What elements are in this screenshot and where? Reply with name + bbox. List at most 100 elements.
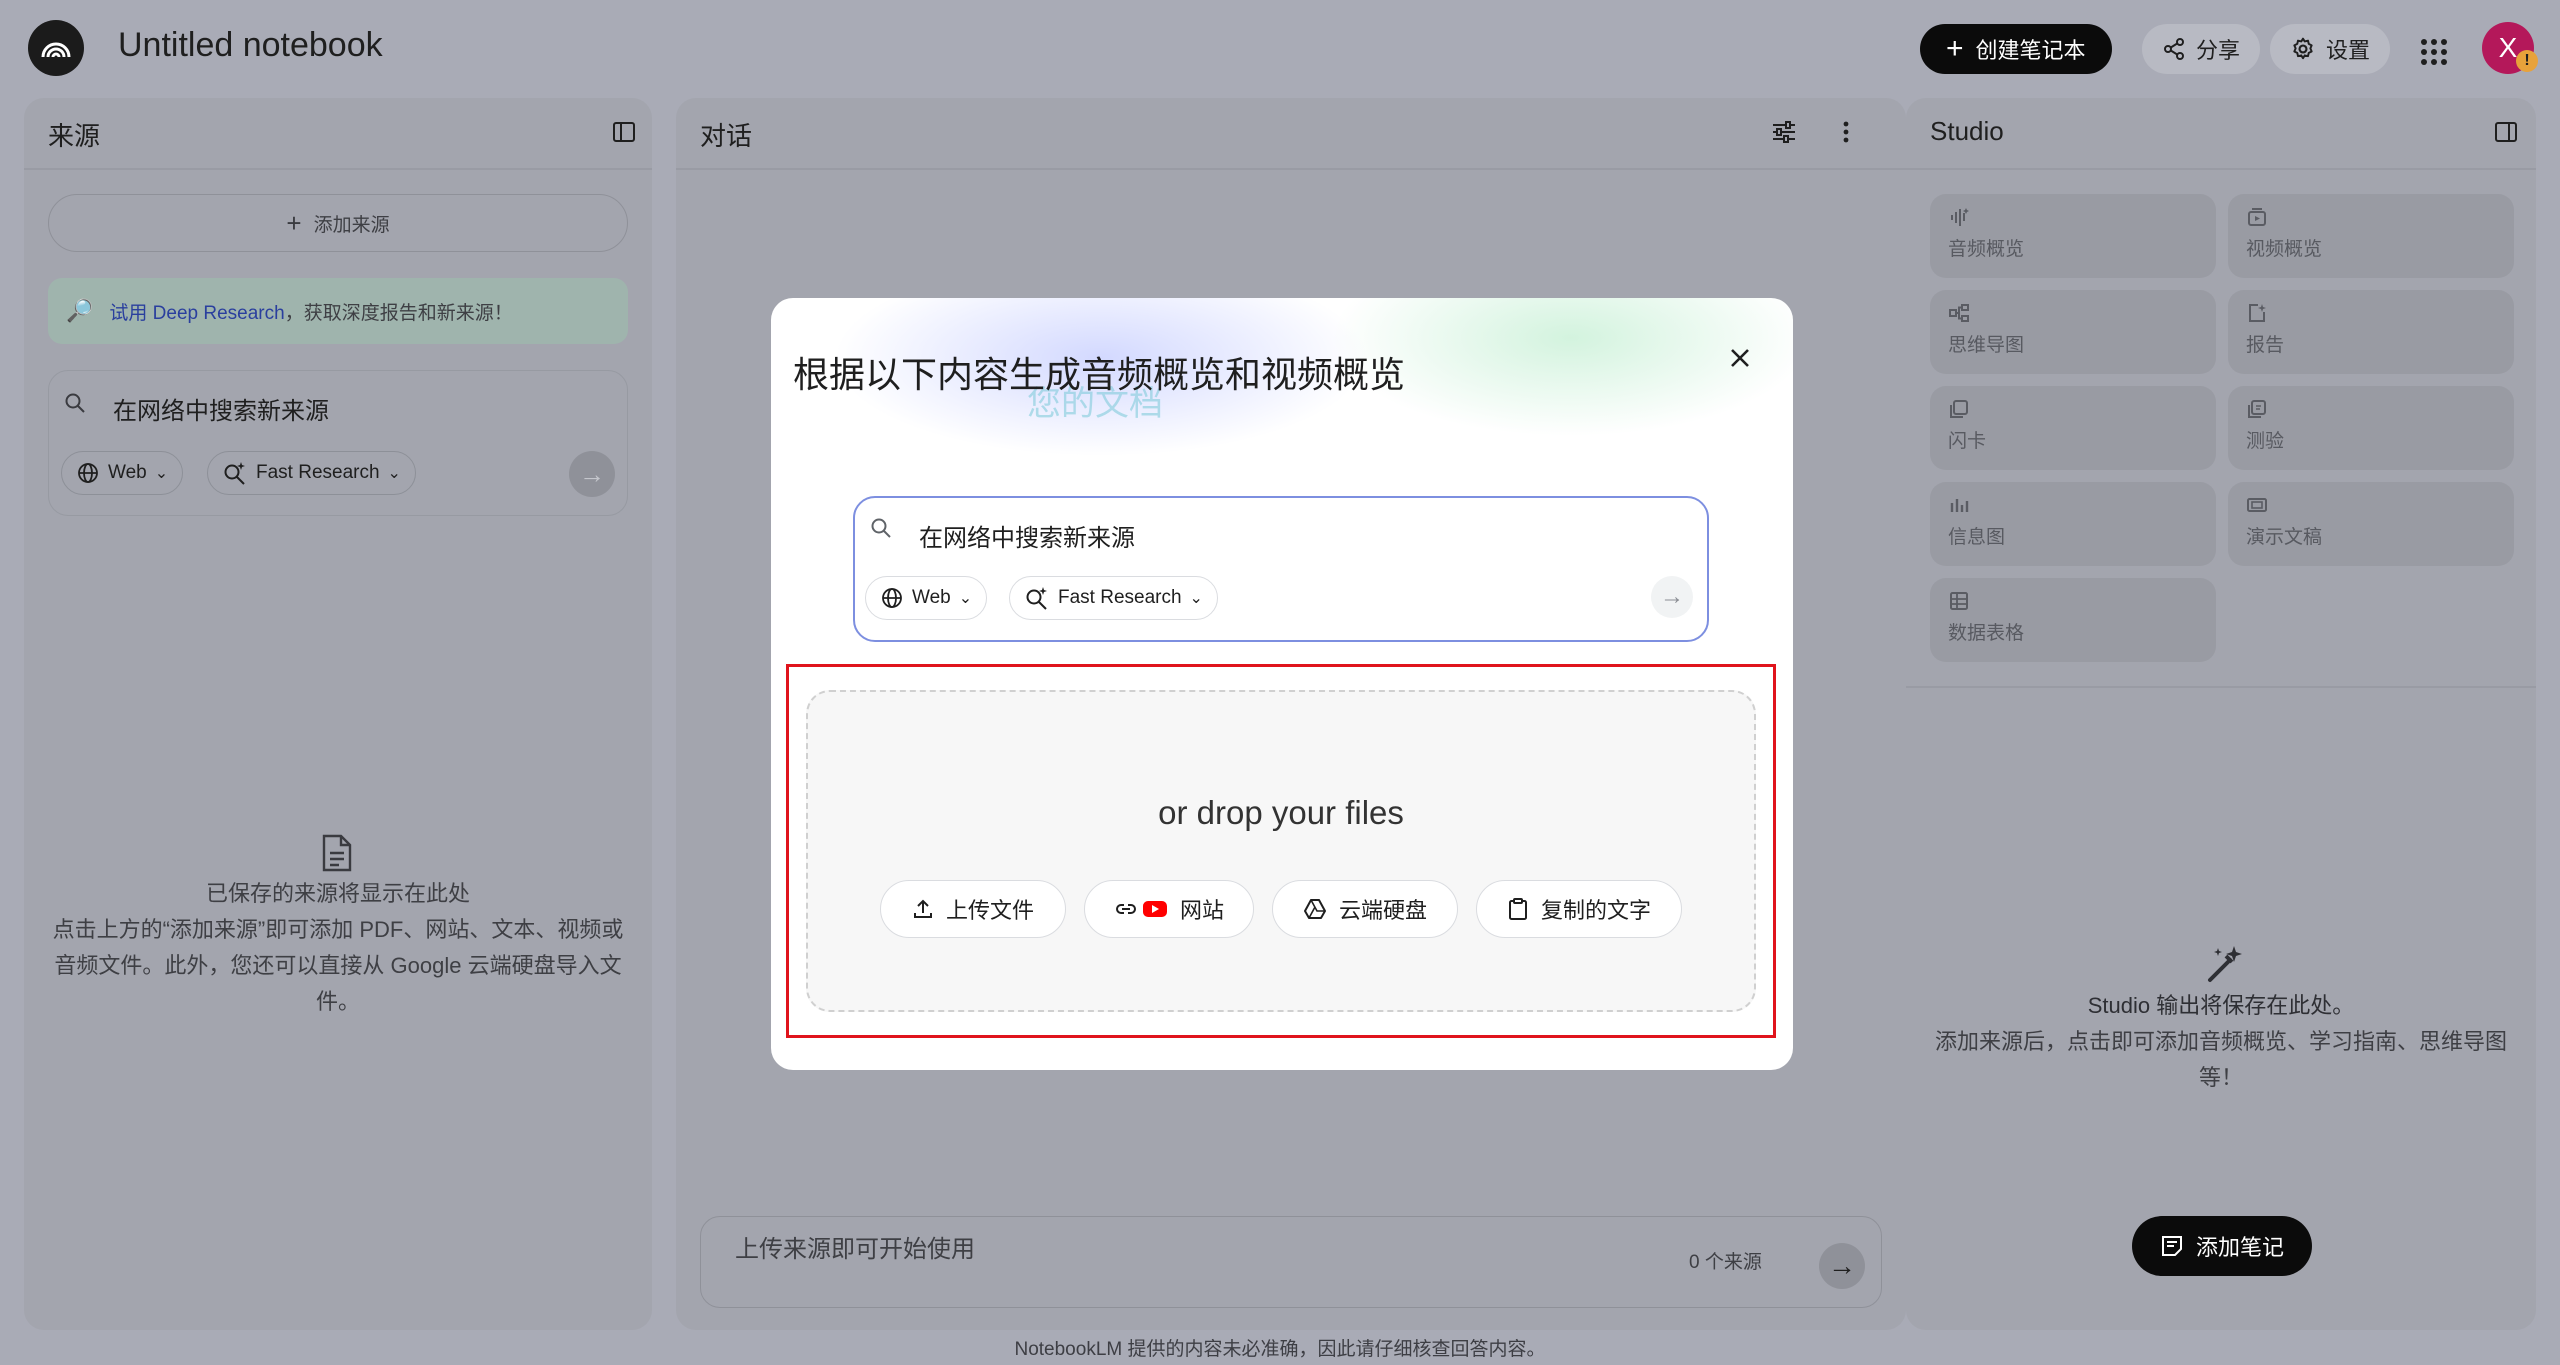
web-chip-label: Web <box>108 462 147 483</box>
sidebar-toggle-icon <box>2495 122 2517 142</box>
sources-empty-desc-2: 音频文件。此外，您还可以直接从 Google 云端硬盘导入文 <box>54 953 622 978</box>
studio-empty-desc-1: 添加来源后，点击即可添加音频概览、学习指南、思维导图 <box>1934 1029 2507 1054</box>
disclaimer: NotebookLM 提供的内容未必准确，因此请仔细核查回答内容。 <box>1014 1339 1546 1360</box>
sources-panel: 来源 + 添加来源 🔎 试用 Deep Research，获取深度报告和新来源！… <box>24 98 652 1330</box>
collapse-studio-button[interactable] <box>2494 120 2518 144</box>
source-search-box: 在网络中搜索新来源 Web ⌄ Fast Research ⌄ → <box>48 370 628 516</box>
share-button[interactable]: 分享 <box>2142 24 2261 74</box>
create-notebook-button[interactable]: + 创建笔记本 <box>1920 24 2112 74</box>
search-icon <box>65 393 85 413</box>
document-icon <box>322 834 352 872</box>
note-icon <box>2162 1236 2182 1256</box>
add-sources-dialog: 您的文档 根据以下内容生成音频概览和视频概览 在网络中搜索新来源 Web ⌄ F… <box>771 298 1793 1070</box>
tile-label: 信息图 <box>1948 527 2006 548</box>
table-icon <box>1950 592 1968 610</box>
drive-icon <box>1303 899 1326 919</box>
website-label: 网站 <box>1179 898 1224 923</box>
send-button[interactable]: → <box>1819 1243 1865 1289</box>
search-icon <box>871 518 891 538</box>
chat-settings-button[interactable] <box>1770 118 1798 146</box>
chat-input-box[interactable]: 上传来源即可开始使用 0 个来源 → <box>700 1216 1882 1308</box>
gear-icon <box>2293 37 2313 60</box>
sources-title: 来源 <box>48 121 101 151</box>
dialog-search-input[interactable]: 在网络中搜索新来源 <box>919 518 1135 553</box>
tile-label: 音频概览 <box>1948 239 2025 260</box>
studio-tile-flashcards[interactable]: 闪卡 <box>1930 386 2216 470</box>
tile-label: 数据表格 <box>1948 623 2025 644</box>
studio-tile-report[interactable]: 报告 <box>2228 290 2514 374</box>
close-button[interactable] <box>1716 334 1764 382</box>
web-source-dropdown[interactable]: Web ⌄ <box>61 451 184 495</box>
dialog-search-submit-button[interactable]: → <box>1651 576 1693 618</box>
sources-empty-desc-1: 点击上方的“添加来源”即可添加 PDF、网站、文本、视频或 <box>52 917 624 942</box>
top-bar: Untitled notebook + 创建笔记本 分享 设置 X ! <box>0 0 2560 96</box>
notebooklm-logo-icon[interactable] <box>28 20 84 76</box>
studio-empty-state: Studio 输出将保存在此处。 添加来源后，点击即可添加音频概览、学习指南、思… <box>1906 988 2536 1096</box>
source-search-input[interactable]: 在网络中搜索新来源 <box>113 391 329 426</box>
deep-research-banner: 🔎 试用 Deep Research，获取深度报告和新来源！ <box>48 278 628 344</box>
tune-icon <box>1773 121 1795 143</box>
deep-research-text: ，获取深度报告和新来源！ <box>284 302 513 324</box>
share-label: 分享 <box>2196 38 2241 63</box>
warning-badge: ! <box>2516 50 2538 72</box>
studio-tile-infographic[interactable]: 信息图 <box>1930 482 2216 566</box>
infographic-icon <box>1950 499 1969 512</box>
deep-research-link[interactable]: 试用 Deep Research <box>109 303 284 324</box>
source-search-submit-button[interactable]: → <box>569 451 615 497</box>
sources-empty-desc-3: 件。 <box>315 989 360 1014</box>
drive-source-button[interactable]: 云端硬盘 <box>1272 880 1458 938</box>
website-source-button[interactable]: 网站 <box>1084 880 1254 938</box>
add-source-label: 添加来源 <box>313 214 390 236</box>
add-source-button[interactable]: + 添加来源 <box>48 194 628 252</box>
more-vert-icon <box>1843 121 1849 143</box>
studio-tile-audio-overview[interactable]: 音频概览 <box>1930 194 2216 278</box>
file-drop-zone[interactable]: or drop your files 上传文件 网站 云端硬盘 复制的文字 <box>806 690 1756 1012</box>
close-icon <box>1731 349 1749 367</box>
drop-files-text: or drop your files <box>1158 794 1404 831</box>
chevron-down-icon: ⌄ <box>154 465 169 482</box>
studio-tile-slides[interactable]: 演示文稿 <box>2228 482 2514 566</box>
chat-input[interactable]: 上传来源即可开始使用 <box>735 1229 975 1264</box>
studio-empty-title: Studio 输出将保存在此处。 <box>2087 993 2355 1018</box>
web-source-dropdown[interactable]: Web ⌄ <box>865 576 988 620</box>
settings-button[interactable]: 设置 <box>2270 24 2391 74</box>
studio-tile-quiz[interactable]: 测验 <box>2228 386 2514 470</box>
tile-label: 演示文稿 <box>2246 527 2323 548</box>
paste-text-button[interactable]: 复制的文字 <box>1476 880 1682 938</box>
clipboard-icon <box>1508 898 1527 920</box>
web-chip-label: Web <box>912 587 951 608</box>
mind-map-icon <box>1949 304 1969 322</box>
studio-tile-mind-map[interactable]: 思维导图 <box>1930 290 2216 374</box>
source-count: 0 个来源 <box>1689 1252 1762 1273</box>
studio-tile-data-table[interactable]: 数据表格 <box>1930 578 2216 662</box>
tile-label: 报告 <box>2246 335 2285 356</box>
sources-empty-title: 已保存的来源将显示在此处 <box>205 881 470 906</box>
flashcard-icon <box>1950 400 1968 418</box>
magnifier-icon: 🔎 <box>66 298 94 323</box>
tile-label: 闪卡 <box>1948 431 1987 452</box>
chat-more-button[interactable] <box>1836 118 1856 146</box>
notebook-title[interactable]: Untitled notebook <box>118 26 383 65</box>
research-mode-dropdown[interactable]: Fast Research ⌄ <box>1009 576 1218 620</box>
studio-title: Studio <box>1930 116 2004 146</box>
chevron-down-icon: ⌄ <box>387 465 401 482</box>
settings-label: 设置 <box>2326 38 2371 63</box>
plus-icon: + <box>286 207 302 238</box>
studio-empty-desc-2: 等！ <box>2198 1065 2243 1090</box>
arrow-right-icon: → <box>1660 583 1684 610</box>
tile-label: 视频概览 <box>2246 239 2323 260</box>
create-notebook-label: 创建笔记本 <box>1975 38 2086 63</box>
arrow-right-icon: → <box>579 458 605 489</box>
upload-file-button[interactable]: 上传文件 <box>880 880 1066 938</box>
plus-icon: + <box>1946 32 1964 65</box>
research-mode-dropdown[interactable]: Fast Research ⌄ <box>207 451 416 495</box>
apps-grid-button[interactable] <box>2410 28 2458 76</box>
research-chip-label: Fast Research <box>1058 587 1182 608</box>
magic-wand-icon <box>2208 946 2242 982</box>
studio-tile-video-overview[interactable]: 视频概览 <box>2228 194 2514 278</box>
collapse-panel-button[interactable] <box>612 120 636 144</box>
add-note-button[interactable]: 添加笔记 <box>2132 1216 2313 1276</box>
slides-icon <box>2247 498 2267 512</box>
upload-file-label: 上传文件 <box>945 898 1034 923</box>
research-chip-label: Fast Research <box>256 462 380 483</box>
